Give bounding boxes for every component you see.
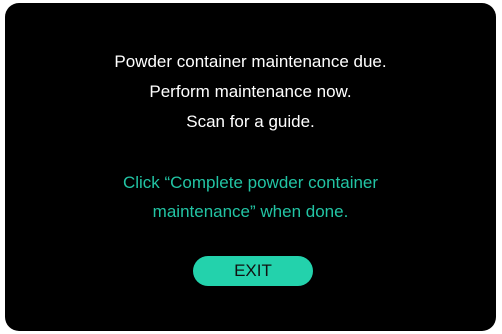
hint-line-1: Click “Complete powder container [122, 173, 379, 192]
message-line-1: Powder container maintenance due. [114, 52, 387, 71]
exit-button[interactable]: EXIT [193, 256, 313, 286]
hint-line-2: maintenance” when done. [152, 202, 349, 221]
maintenance-dialog: Powder container maintenance due. Perfor… [5, 3, 496, 331]
message-line-3: Scan for a guide. [186, 112, 315, 131]
message-line-2: Perform maintenance now. [149, 82, 352, 101]
